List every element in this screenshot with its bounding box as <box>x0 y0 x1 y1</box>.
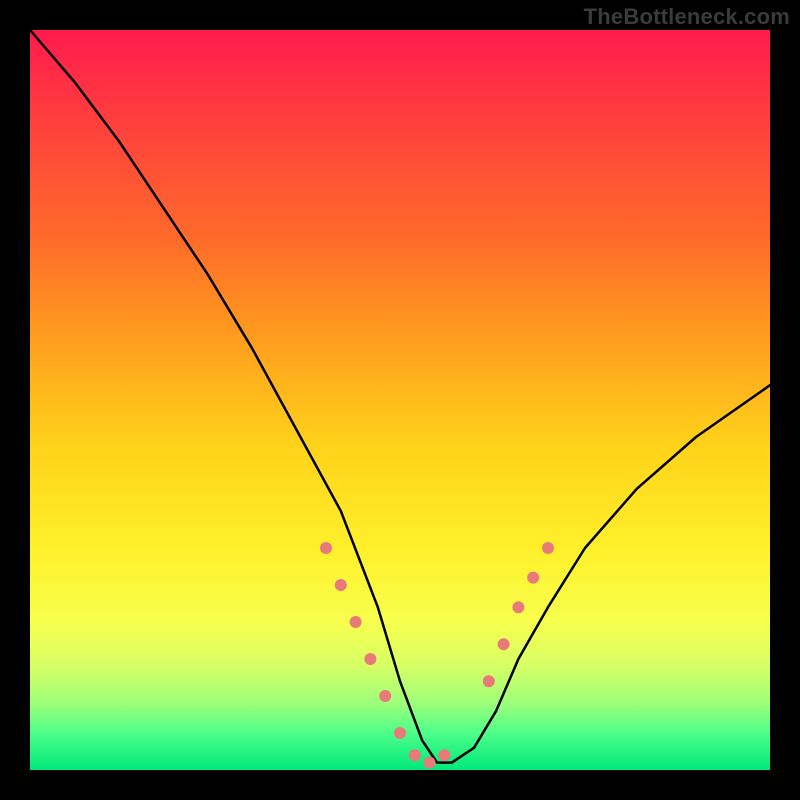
highlight-dot <box>379 690 391 702</box>
highlight-dot <box>527 572 539 584</box>
highlight-dot <box>364 653 376 665</box>
highlight-dot <box>409 749 421 761</box>
highlight-dot <box>498 638 510 650</box>
highlight-dots-left <box>320 542 450 769</box>
highlight-dot <box>438 749 450 761</box>
highlight-dot <box>542 542 554 554</box>
watermark-text: TheBottleneck.com <box>584 4 790 30</box>
bottleneck-curve-path <box>30 30 770 763</box>
highlight-dot <box>512 601 524 613</box>
bottleneck-curve-svg <box>30 30 770 770</box>
highlight-dot <box>320 542 332 554</box>
chart-frame: TheBottleneck.com <box>0 0 800 800</box>
highlight-dot <box>335 579 347 591</box>
highlight-dot <box>424 757 436 769</box>
highlight-dot <box>483 675 495 687</box>
highlight-dot <box>394 727 406 739</box>
highlight-dot <box>350 616 362 628</box>
